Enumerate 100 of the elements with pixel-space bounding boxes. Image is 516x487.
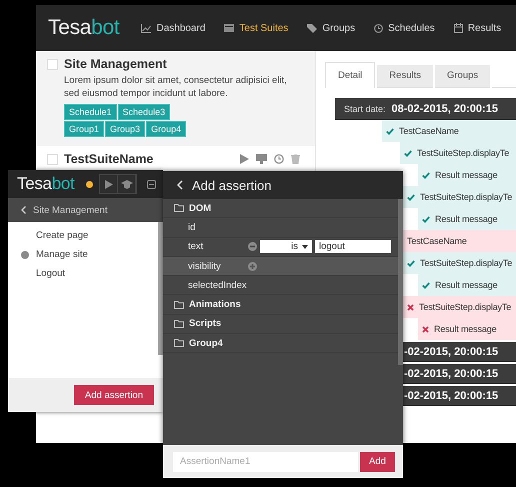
play-icon[interactable] <box>240 154 249 164</box>
suite-title: TestSuiteName <box>64 152 154 166</box>
result-row[interactable]: TestSuiteStep.displayTe <box>403 252 516 274</box>
current-dot <box>21 250 29 258</box>
result-label: TestCaseName <box>399 126 459 136</box>
check-icon <box>407 194 415 200</box>
breadcrumb-bar[interactable]: Site Management <box>8 198 163 222</box>
suite-description: Lorem ipsum dolor sit amet, consectetur adipisici elit, sed eiusmod tempor incidunt ut labore. <box>64 74 288 100</box>
check-icon <box>422 216 430 222</box>
property-row[interactable]: id <box>163 218 398 238</box>
add-icon[interactable] <box>248 262 257 271</box>
result-label: TestSuiteStep.displayTe <box>417 148 510 158</box>
group-row[interactable]: Animations <box>163 295 398 315</box>
logo: Tesabot <box>17 174 74 194</box>
trash-icon[interactable] <box>291 154 300 164</box>
check-icon <box>404 150 412 156</box>
result-row[interactable]: Result message <box>418 208 516 230</box>
menu-item[interactable]: Create page <box>8 226 158 245</box>
folder-icon <box>174 204 184 212</box>
graduation-cap-icon <box>120 180 133 188</box>
operator-dropdown[interactable]: is <box>260 240 312 254</box>
cap-button[interactable] <box>118 175 136 193</box>
property-label: visibility <box>188 260 222 272</box>
result-row[interactable]: TestSuiteStep.displayTe <box>400 142 516 164</box>
date-label: Start date: <box>344 104 386 114</box>
result-row[interactable]: TestCaseName <box>382 120 516 142</box>
date-value: -02-2015, 20:00:15 <box>404 346 498 358</box>
list-icon <box>224 24 234 32</box>
property-row[interactable]: visibility <box>163 256 398 276</box>
group-row[interactable]: Scripts <box>163 314 398 334</box>
property-label: selectedIndex <box>188 280 248 291</box>
checkbox[interactable] <box>47 58 58 70</box>
group-row[interactable]: Group4 <box>163 334 398 354</box>
minimize-icon[interactable] <box>147 180 156 188</box>
result-row[interactable]: Result message <box>418 318 516 340</box>
status-dot <box>86 180 94 188</box>
result-row[interactable]: TestCaseName <box>403 230 516 252</box>
tab[interactable]: Results <box>377 65 433 88</box>
result-row[interactable]: TestSuiteStep.displayTe <box>403 296 516 318</box>
property-label: id <box>188 222 196 233</box>
suite-item[interactable]: TestSuiteName <box>36 146 315 172</box>
cross-icon <box>407 304 414 310</box>
clock-icon <box>374 24 384 32</box>
property-row[interactable]: text is logout <box>163 238 398 257</box>
tag-icon <box>307 24 318 32</box>
result-row[interactable]: Result message <box>418 274 516 296</box>
property-row[interactable]: selectedIndex <box>163 276 398 296</box>
result-label: Result message <box>435 214 498 224</box>
check-icon <box>422 282 430 288</box>
chart-icon <box>141 24 152 32</box>
checkbox[interactable] <box>47 154 58 164</box>
check-icon <box>407 260 415 266</box>
suite-item[interactable]: Site Management Lorem ipsum dolor sit amet, consectetur adipisici elit, sed eiusmod tempor incidunt ut labore. Schedule1 Schedule3 Group1 Group3 Group4 <box>36 51 315 146</box>
clock-icon[interactable] <box>274 154 284 164</box>
result-label: TestSuiteStep.displayTe <box>420 258 512 268</box>
property-label: text <box>188 241 204 252</box>
value-field[interactable]: logout <box>315 240 391 254</box>
result-label: TestCaseName <box>407 236 467 246</box>
nav-link[interactable]: Groups <box>307 22 356 34</box>
logo: Tesabot <box>48 16 120 40</box>
nav-link[interactable]: Schedules <box>374 22 435 34</box>
tab[interactable]: Groups <box>434 65 490 88</box>
back-icon[interactable] <box>177 180 183 190</box>
result-label: Result message <box>435 170 498 180</box>
date-value: 08-02-2015, 20:00:15 <box>392 102 498 114</box>
group-row[interactable]: DOM <box>163 199 398 218</box>
tab[interactable]: Detail <box>325 62 376 88</box>
name-field[interactable]: AssertionName1 <box>173 452 358 472</box>
group-label: Group4 <box>189 338 223 349</box>
nav-link[interactable]: Dashboard <box>141 22 206 34</box>
result-label: TestSuiteStep.displayTe <box>420 192 512 202</box>
result-row[interactable]: TestSuiteStep.displayTe <box>403 186 516 208</box>
check-icon <box>422 172 430 178</box>
date-value: -02-2015, 20:00:15 <box>404 390 498 402</box>
folder-icon <box>174 300 184 309</box>
folder-icon <box>174 339 184 348</box>
window-title: Add assertion <box>192 178 272 192</box>
group-label: DOM <box>189 202 212 214</box>
play-button[interactable] <box>100 175 118 193</box>
result-label: Result message <box>434 324 496 334</box>
nav-link[interactable]: Results <box>454 22 502 34</box>
menu-item[interactable]: Logout <box>8 264 158 283</box>
suite-title: Site Management <box>64 57 167 71</box>
nav-link[interactable]: Test Suites <box>224 22 288 34</box>
add-assertion-button[interactable]: Add assertion <box>74 385 154 405</box>
back-icon[interactable] <box>21 206 26 214</box>
group-label: Scripts <box>189 318 222 330</box>
result-label: TestSuiteStep.displayTe <box>419 302 512 312</box>
play-icon <box>104 180 113 188</box>
menu-item[interactable]: Manage site <box>8 245 158 264</box>
monitor-icon[interactable] <box>256 154 267 164</box>
result-label: Result message <box>435 280 498 290</box>
check-icon <box>386 128 394 134</box>
add-button[interactable]: Add <box>360 452 395 472</box>
result-row[interactable]: Result message <box>418 164 516 186</box>
folder-icon <box>174 320 184 328</box>
group-label: Animations <box>189 299 241 310</box>
date-value: -02-2015, 20:00:15 <box>404 368 498 380</box>
caret-icon <box>302 244 308 249</box>
remove-icon[interactable] <box>248 242 257 252</box>
